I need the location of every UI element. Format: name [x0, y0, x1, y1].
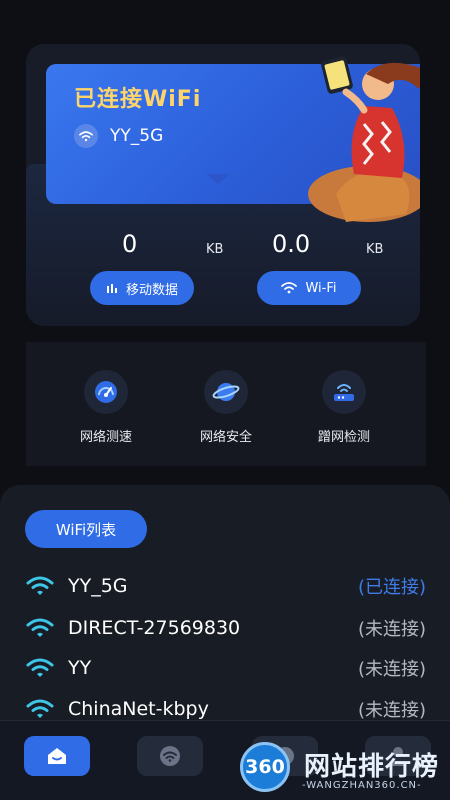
wifi-name: DIRECT-27569830 — [68, 617, 241, 639]
wifi-data-value: 0.0 — [272, 230, 311, 258]
nav-wifi-button[interactable] — [137, 736, 203, 776]
wifi-icon — [26, 658, 54, 677]
wifi-list-item[interactable]: DIRECT-27569830 (未连接) — [26, 613, 426, 643]
site-watermark: 360 网站排行榜 -WANGZHAN360.CN- — [238, 740, 448, 796]
wifi-status: (未连接) — [357, 659, 426, 680]
wifi-button-label: Wi-Fi — [305, 280, 337, 296]
watermark-badge: 360 — [240, 742, 290, 792]
wifi-icon — [160, 746, 180, 766]
wifi-name: ChinaNet-kbpy — [68, 698, 209, 720]
panel-notch — [206, 174, 230, 184]
wifi-button[interactable]: Wi-Fi — [257, 271, 361, 305]
watermark-title: 网站排行榜 — [304, 752, 440, 782]
home-icon — [48, 748, 66, 764]
wifi-list-button[interactable]: WiFi列表 — [25, 510, 147, 548]
wifi-icon — [26, 699, 54, 718]
tools-panel: 网络测速 网络安全 蹭网检测 — [26, 342, 426, 466]
wifi-icon — [26, 618, 54, 637]
speedometer-icon — [84, 370, 128, 414]
mobile-data-unit: KB — [206, 242, 224, 257]
wifi-data-unit: KB — [366, 242, 384, 257]
wifi-name: YY — [68, 657, 92, 679]
girl-with-phone-illustration — [308, 56, 420, 222]
wifi-icon — [74, 124, 98, 148]
mobile-data-value: 0 — [122, 230, 138, 258]
wifi-list-item[interactable]: YY (未连接) — [26, 653, 426, 683]
wifi-list-item[interactable]: YY_5G (已连接) — [26, 571, 426, 601]
router-icon — [322, 370, 366, 414]
wifi-name: YY_5G — [68, 575, 128, 597]
wifi-icon — [26, 576, 54, 595]
mobile-data-button[interactable]: 移动数据 — [90, 271, 194, 305]
speed-test-tool[interactable]: 网络测速 — [66, 370, 146, 445]
wifi-status: (未连接) — [357, 700, 426, 721]
connection-card: 0 KB 0.0 KB 移动数据 Wi-Fi 已连接WiFi YY_5G — [26, 44, 420, 326]
tool-label: 蹭网检测 — [317, 430, 370, 445]
wifi-status: (未连接) — [357, 619, 426, 640]
connected-ssid: YY_5G — [110, 126, 164, 146]
wifi-icon — [281, 282, 298, 294]
watermark-subtitle: -WANGZHAN360.CN- — [302, 780, 422, 791]
freeloader-check-tool[interactable]: 蹭网检测 — [304, 370, 384, 445]
bar-chart-icon — [106, 284, 117, 293]
connected-ssid-row: YY_5G — [74, 124, 163, 148]
wifi-status: (已连接) — [357, 577, 426, 598]
nav-home-button[interactable] — [24, 736, 90, 776]
tool-label: 网络测速 — [79, 430, 132, 445]
mobile-data-button-label: 移动数据 — [125, 282, 178, 298]
tool-label: 网络安全 — [199, 430, 252, 445]
planet-shield-icon — [204, 370, 248, 414]
connection-title: 已连接WiFi — [74, 87, 202, 112]
network-security-tool[interactable]: 网络安全 — [186, 370, 266, 445]
